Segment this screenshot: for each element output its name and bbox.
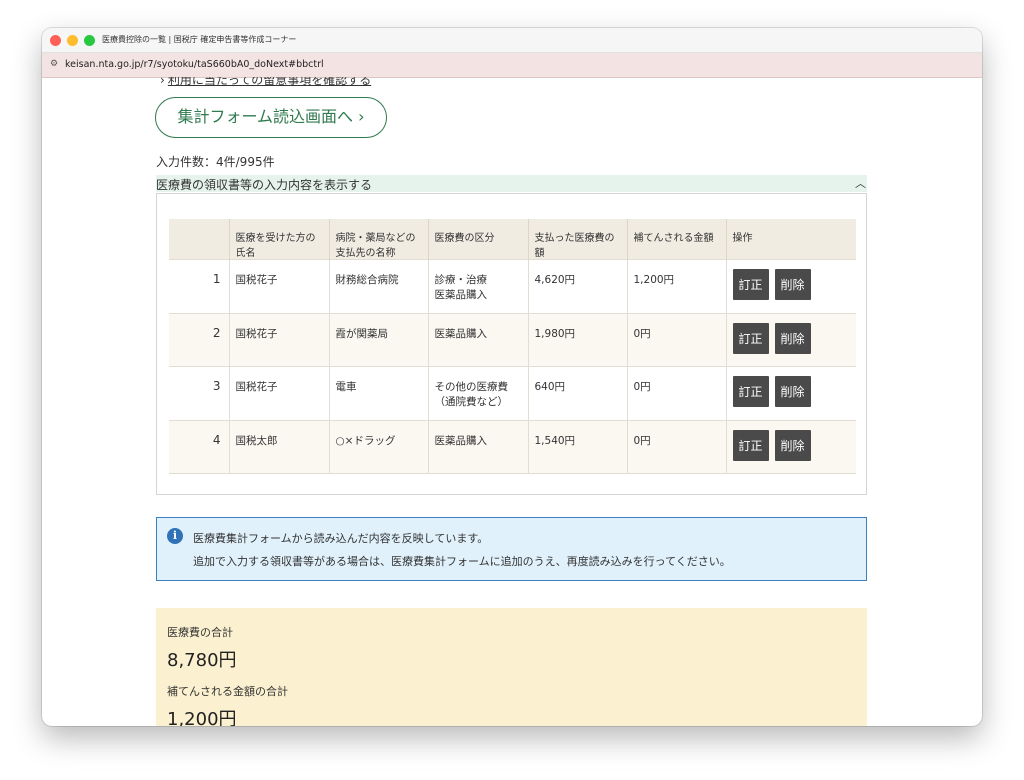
- category-line: 医薬品購入: [434, 434, 488, 447]
- header-no: [169, 219, 229, 260]
- total-label: 医療費の合計: [167, 626, 233, 639]
- minimize-window-button[interactable]: [67, 35, 78, 46]
- category-line: 医薬品購入: [434, 327, 488, 340]
- header-name: 医療を受けた方の氏名: [228, 219, 329, 260]
- chevron-right-icon: ›: [160, 77, 165, 87]
- accordion-title: 医療費の領収書等の入力内容を表示する: [156, 178, 373, 192]
- delete-button[interactable]: 削除: [774, 429, 811, 461]
- reimbursed-amount: 0円: [626, 419, 726, 474]
- reimbursed-amount: 0円: [626, 366, 726, 420]
- info-line-1: 医療費集計フォームから読み込んだ内容を反映しています。: [193, 532, 489, 545]
- terms-link-label: 利用に当たっての留意事項を確認する: [167, 77, 372, 87]
- site-settings-icon[interactable]: ⚙: [50, 59, 58, 69]
- reimbursed-total-label: 補てんされる金額の合計: [167, 685, 288, 698]
- paid-amount: 1,540円: [527, 419, 627, 474]
- chevron-up-icon[interactable]: ︿: [855, 175, 866, 191]
- header-actions: 操作: [725, 219, 856, 260]
- terms-link[interactable]: › 利用に当たっての留意事項を確認する: [160, 77, 371, 88]
- header-reimbursed: 補てんされる金額: [626, 219, 726, 260]
- table-row: 4 国税太郎 ○×ドラッグ 医薬品購入 1,540円 0円 訂正 削除: [169, 419, 856, 474]
- delete-button[interactable]: 削除: [774, 269, 811, 300]
- read-form-button[interactable]: 集計フォーム読込画面へ ›: [155, 97, 387, 138]
- row-number: 3: [169, 366, 229, 420]
- payee-name: 霞が関薬局: [328, 312, 428, 367]
- row-actions: 訂正 削除: [725, 312, 856, 367]
- accordion-body: 医療を受けた方の氏名 病院・薬局などの支払先の名称 医療費の区分 支払った医療費…: [156, 193, 867, 495]
- row-number: 4: [169, 419, 229, 474]
- category-line: （通院費など）: [434, 396, 509, 408]
- paid-amount: 1,980円: [527, 312, 627, 367]
- row-actions: 訂正 削除: [725, 366, 856, 420]
- patient-name: 国税花子: [228, 312, 329, 367]
- category-line: その他の医療費: [434, 381, 509, 393]
- page-content: › 利用に当たっての留意事項を確認する 集計フォーム読込画面へ › 入力件数：4件…: [42, 77, 982, 726]
- payee-name: 財務総合病院: [328, 259, 428, 313]
- edit-button[interactable]: 訂正: [732, 376, 769, 407]
- receipt-table: 医療を受けた方の氏名 病院・薬局などの支払先の名称 医療費の区分 支払った医療費…: [169, 219, 856, 474]
- info-icon: i: [167, 528, 183, 544]
- header-amount: 支払った医療費の額: [527, 219, 627, 260]
- entry-count: 入力件数：4件/995件: [156, 155, 275, 169]
- patient-name: 国税花子: [228, 259, 329, 313]
- reimbursed-amount: 0円: [626, 312, 726, 367]
- patient-name: 国税太郎: [228, 419, 329, 474]
- address-bar[interactable]: ⚙ keisan.nta.go.jp/r7/syotoku/taS660bA0_…: [42, 53, 982, 78]
- table-header-row: 医療を受けた方の氏名 病院・薬局などの支払先の名称 医療費の区分 支払った医療費…: [169, 219, 856, 260]
- category-line: 診療・治療: [434, 274, 488, 286]
- payee-name: 電車: [328, 366, 428, 420]
- edit-button[interactable]: 訂正: [732, 269, 769, 300]
- window-title: 医療費控除の一覧 | 国税庁 確定申告書等作成コーナー: [102, 35, 297, 44]
- delete-button[interactable]: 削除: [774, 322, 811, 354]
- info-line-2: 追加で入力する領収書等がある場合は、医療費集計フォームに追加のうえ、再度読み込み…: [193, 555, 731, 568]
- row-actions: 訂正 削除: [725, 259, 856, 313]
- expense-category: 医薬品購入: [427, 419, 528, 474]
- paid-amount: 4,620円: [527, 259, 627, 313]
- edit-button[interactable]: 訂正: [732, 429, 769, 461]
- total-value: 8,780円: [167, 650, 237, 671]
- expense-category: 診療・治療医薬品購入: [427, 259, 528, 313]
- row-actions: 訂正 削除: [725, 419, 856, 474]
- header-category: 医療費の区分: [427, 219, 528, 260]
- title-bar: 医療費控除の一覧 | 国税庁 確定申告書等作成コーナー: [42, 28, 982, 53]
- info-message: i 医療費集計フォームから読み込んだ内容を反映しています。 追加で入力する領収書…: [156, 517, 867, 581]
- row-number: 2: [169, 312, 229, 367]
- reimbursed-amount: 1,200円: [626, 259, 726, 313]
- row-number: 1: [169, 259, 229, 313]
- table-row: 1 国税花子 財務総合病院 診療・治療医薬品購入 4,620円 1,200円 訂…: [169, 259, 856, 313]
- category-line: 医薬品購入: [434, 289, 488, 301]
- accordion-header[interactable]: 医療費の領収書等の入力内容を表示する ︿: [156, 175, 867, 192]
- expense-category: その他の医療費 （通院費など）: [427, 366, 528, 420]
- reimbursed-total-value: 1,200円: [167, 709, 237, 726]
- paid-amount: 640円: [527, 366, 627, 420]
- payee-name: ○×ドラッグ: [328, 419, 428, 474]
- delete-button[interactable]: 削除: [774, 376, 811, 407]
- summary-panel: 医療費の合計 8,780円 補てんされる金額の合計 1,200円: [156, 608, 867, 726]
- url-text[interactable]: keisan.nta.go.jp/r7/syotoku/taS660bA0_do…: [65, 59, 324, 70]
- zoom-window-button[interactable]: [84, 35, 95, 46]
- patient-name: 国税花子: [228, 366, 329, 420]
- table-row: 3 国税花子 電車 その他の医療費 （通院費など） 640円 0円 訂正 削除: [169, 366, 856, 420]
- expense-category: 医薬品購入: [427, 312, 528, 367]
- table-row: 2 国税花子 霞が関薬局 医薬品購入 1,980円 0円 訂正 削除: [169, 312, 856, 367]
- edit-button[interactable]: 訂正: [732, 322, 769, 354]
- close-window-button[interactable]: [50, 35, 61, 46]
- header-payee: 病院・薬局などの支払先の名称: [328, 219, 428, 260]
- browser-window: 医療費控除の一覧 | 国税庁 確定申告書等作成コーナー ⚙ keisan.nta…: [42, 28, 982, 726]
